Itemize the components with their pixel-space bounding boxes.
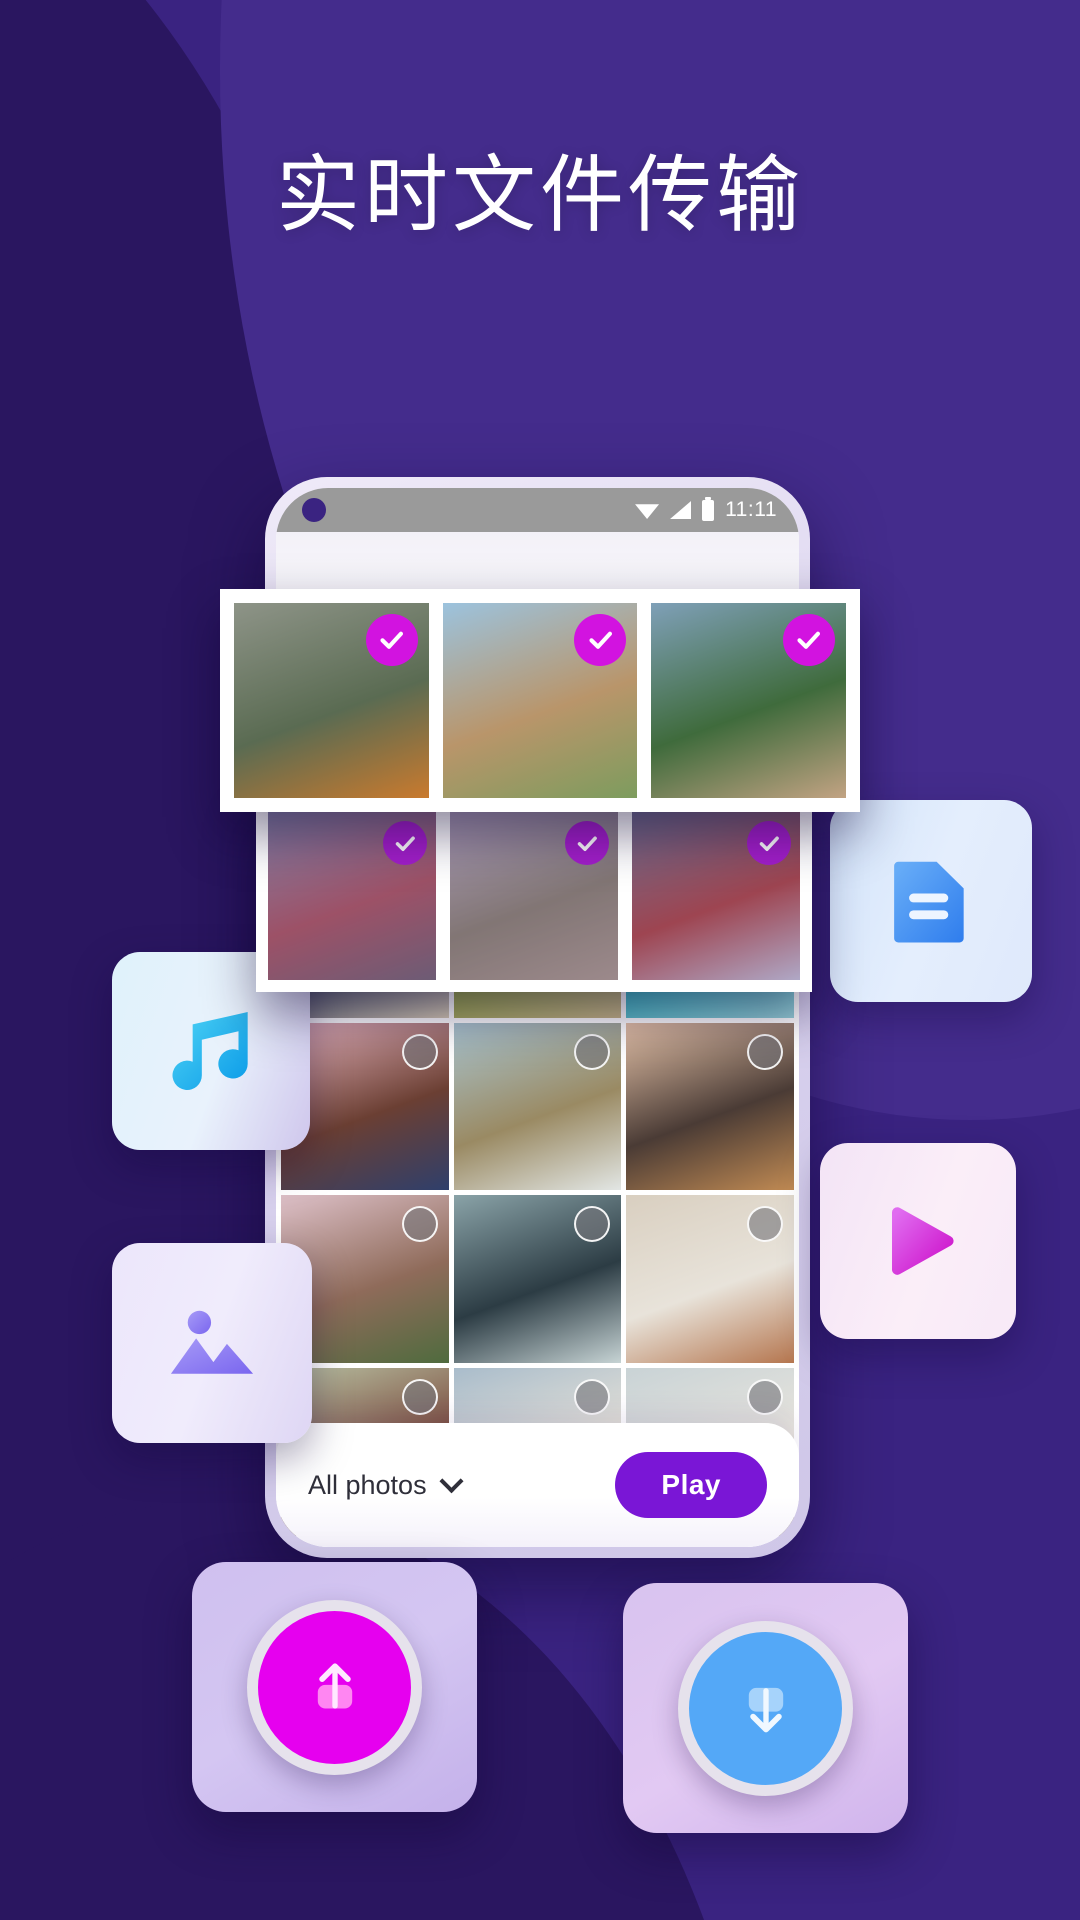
photo-select-circle[interactable] [401, 1033, 438, 1070]
status-bar: 11:11 [276, 488, 799, 532]
front-camera-dot-icon [302, 498, 326, 522]
photo-selected-checkmark[interactable] [383, 821, 427, 865]
photo-grid-cell[interactable] [453, 1022, 622, 1191]
document-icon [894, 861, 964, 943]
check-icon [589, 632, 612, 650]
download-arrow-icon [748, 1687, 783, 1733]
photo-select-circle[interactable] [574, 1033, 611, 1070]
photo-select-circle[interactable] [401, 1379, 438, 1416]
selected-photo-cell[interactable] [450, 812, 618, 980]
image-icon [170, 1310, 254, 1374]
photo-selected-checkmark[interactable] [747, 821, 791, 865]
battery-icon [702, 496, 715, 521]
wifi-icon [635, 504, 660, 519]
photo-selected-checkmark[interactable] [365, 614, 418, 666]
photo-selected-checkmark[interactable] [574, 614, 627, 666]
photo-grid-cell[interactable] [626, 1195, 794, 1364]
selected-photo-row-1 [220, 589, 860, 812]
selected-photo-cell[interactable] [442, 603, 638, 798]
photo-select-circle[interactable] [401, 1206, 438, 1243]
check-icon [797, 632, 821, 650]
selected-photo-cell[interactable] [234, 603, 429, 798]
check-icon [577, 836, 597, 851]
page-title: 实时文件传输 [275, 148, 804, 242]
photo-selected-checkmark[interactable] [565, 821, 609, 865]
photo-grid-cell[interactable] [626, 1022, 794, 1191]
play-icon [892, 1207, 954, 1275]
selected-photo-cell[interactable] [651, 603, 846, 798]
document-file-card [830, 800, 1032, 1002]
check-icon [380, 632, 404, 650]
play-button[interactable]: Play [615, 1452, 767, 1518]
photo-grid-cell[interactable] [453, 1195, 622, 1364]
receive-button[interactable] [678, 1620, 853, 1796]
picker-bottom-bar: All photos Play [276, 1423, 799, 1547]
photo-select-circle[interactable] [747, 1033, 783, 1070]
receive-action-card[interactable] [623, 1583, 908, 1833]
signal-icon [670, 501, 692, 519]
photo-select-circle[interactable] [747, 1379, 783, 1416]
video-file-card [820, 1143, 1016, 1339]
selected-photo-cell[interactable] [268, 812, 436, 980]
album-filter-dropdown[interactable]: All photos [308, 1468, 464, 1501]
status-time: 11:11 [725, 498, 777, 521]
check-icon [759, 836, 779, 851]
send-action-card[interactable] [192, 1562, 477, 1812]
selected-photo-row-2 [256, 800, 812, 992]
photo-selected-checkmark[interactable] [783, 614, 835, 666]
music-note-icon [172, 1012, 248, 1090]
chevron-down-icon [439, 1468, 464, 1493]
send-button[interactable] [247, 1599, 422, 1775]
check-icon [395, 836, 415, 851]
promo-screen: 实时文件传输 11:11 All photos Play [0, 0, 1080, 1920]
album-filter-label: All photos [308, 1469, 427, 1500]
image-file-card [112, 1243, 312, 1443]
selected-photo-cell[interactable] [632, 812, 800, 980]
upload-arrow-icon [317, 1663, 352, 1709]
status-indicators: 11:11 [635, 496, 777, 522]
